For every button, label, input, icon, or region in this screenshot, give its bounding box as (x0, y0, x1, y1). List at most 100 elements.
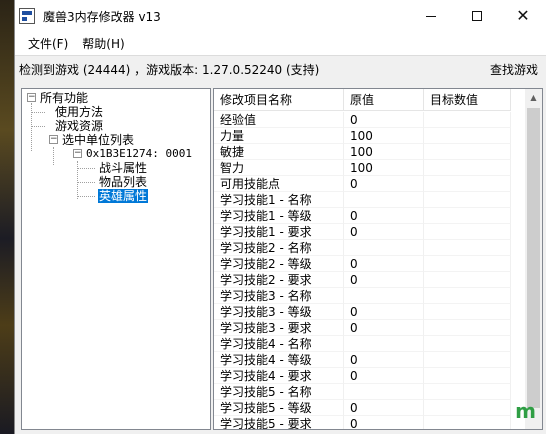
cell-target[interactable] (424, 256, 511, 272)
cell-name: 学习技能1 - 要求 (214, 224, 344, 240)
scrollbar-thumb[interactable] (527, 108, 540, 408)
table-row[interactable]: 可用技能点 0 (214, 176, 511, 192)
tree-node-resources[interactable]: 游戏资源 (55, 119, 103, 133)
cell-original: 0 (344, 208, 424, 224)
cell-name: 经验值 (214, 112, 344, 128)
tree-node-combat[interactable]: 战斗属性 (99, 161, 147, 175)
cell-target[interactable] (424, 352, 511, 368)
cell-name: 学习技能2 - 等级 (214, 256, 344, 272)
cell-original: 0 (344, 224, 424, 240)
cell-original (344, 288, 424, 304)
tree-node-usage[interactable]: 使用方法 (55, 105, 103, 119)
table-row[interactable]: 学习技能1 - 等级 0 (214, 208, 511, 224)
cell-target[interactable] (424, 160, 511, 176)
cell-original (344, 384, 424, 400)
collapse-toggle[interactable]: − (27, 93, 36, 102)
cell-target[interactable] (424, 144, 511, 160)
cell-target[interactable] (424, 336, 511, 352)
tree-connector (77, 168, 95, 169)
minimize-button[interactable] (408, 0, 454, 32)
tree-connector (31, 112, 45, 113)
cell-target[interactable] (424, 176, 511, 192)
cell-target[interactable] (424, 272, 511, 288)
table-row[interactable]: 学习技能1 - 要求 0 (214, 224, 511, 240)
table-row[interactable]: 学习技能4 - 要求 0 (214, 368, 511, 384)
column-header-target[interactable]: 目标数值 (424, 89, 511, 111)
cell-name: 学习技能5 - 名称 (214, 384, 344, 400)
maximize-button[interactable] (454, 0, 500, 32)
cell-target[interactable] (424, 304, 511, 320)
cell-target[interactable] (424, 320, 511, 336)
function-tree[interactable]: − 所有功能 使用方法 游戏资源 − 选中单位列表 − 0x1B3E1274: … (21, 88, 211, 430)
collapse-toggle[interactable]: − (49, 135, 58, 144)
maximize-icon (472, 11, 482, 21)
cell-name: 力量 (214, 128, 344, 144)
cell-target[interactable] (424, 224, 511, 240)
table-row[interactable]: 学习技能5 - 等级 0 (214, 400, 511, 416)
vertical-scrollbar[interactable]: ▲ (525, 89, 542, 429)
cell-original: 0 (344, 352, 424, 368)
tree-node-selected-units[interactable]: 选中单位列表 (62, 133, 134, 147)
table-row[interactable]: 学习技能2 - 名称 (214, 240, 511, 256)
cell-target[interactable] (424, 400, 511, 416)
table-row[interactable]: 学习技能4 - 等级 0 (214, 352, 511, 368)
cell-original: 100 (344, 144, 424, 160)
tree-connector (53, 147, 54, 165)
column-header-name[interactable]: 修改项目名称 (214, 89, 344, 111)
cell-name: 可用技能点 (214, 176, 344, 192)
table-row[interactable]: 学习技能5 - 名称 (214, 384, 511, 400)
close-button[interactable]: ✕ (500, 0, 546, 32)
cell-target[interactable] (424, 368, 511, 384)
cell-target[interactable] (424, 416, 511, 429)
table-row[interactable]: 学习技能5 - 要求 0 (214, 416, 511, 429)
cell-original (344, 192, 424, 208)
table-row[interactable]: 学习技能3 - 要求 0 (214, 320, 511, 336)
table-row[interactable]: 学习技能3 - 等级 0 (214, 304, 511, 320)
table-row[interactable]: 学习技能1 - 名称 (214, 192, 511, 208)
table-row[interactable]: 学习技能2 - 等级 0 (214, 256, 511, 272)
table-row[interactable]: 学习技能4 - 名称 (214, 336, 511, 352)
app-window: 魔兽3内存修改器 v13 ✕ 文件(F) 帮助(H) 检测到游戏 (24444)… (14, 0, 546, 434)
cell-original: 0 (344, 400, 424, 416)
table-row[interactable]: 力量 100 (214, 128, 511, 144)
grid-body: 经验值 0 力量 100 敏捷 100 智力 100 可用技能点 0 学习技能1 - 名称… (214, 112, 511, 429)
window-title: 魔兽3内存修改器 v13 (43, 9, 161, 24)
tree-node-root[interactable]: 所有功能 (40, 91, 88, 105)
cell-target[interactable] (424, 208, 511, 224)
tree-node-hero[interactable]: 英雄属性 (98, 189, 149, 203)
cell-target[interactable] (424, 384, 511, 400)
table-row[interactable]: 经验值 0 (214, 112, 511, 128)
cell-name: 学习技能4 - 要求 (214, 368, 344, 384)
tree-node-unit[interactable]: 0x1B3E1274: 0001 (86, 147, 192, 161)
cell-name: 智力 (214, 160, 344, 176)
status-bar: 检测到游戏 (24444) ，游戏版本: 1.27.0.52240 (支持) 查… (15, 56, 546, 82)
menu-file[interactable]: 文件(F) (21, 35, 75, 52)
find-game-button[interactable]: 查找游戏 (490, 61, 538, 78)
tree-node-items[interactable]: 物品列表 (99, 175, 147, 189)
cell-target[interactable] (424, 192, 511, 208)
table-row[interactable]: 智力 100 (214, 160, 511, 176)
cell-target[interactable] (424, 288, 511, 304)
cell-name: 学习技能3 - 等级 (214, 304, 344, 320)
cell-name: 敏捷 (214, 144, 344, 160)
tree-connector (31, 126, 45, 127)
scroll-up-arrow-icon[interactable]: ▲ (525, 89, 542, 106)
table-row[interactable]: 敏捷 100 (214, 144, 511, 160)
cell-name: 学习技能3 - 名称 (214, 288, 344, 304)
cell-original: 0 (344, 176, 424, 192)
attribute-grid[interactable]: 修改项目名称 原值 目标数值 经验值 0 力量 100 敏捷 100 智力 100 可用… (213, 88, 543, 430)
table-row[interactable]: 学习技能3 - 名称 (214, 288, 511, 304)
watermark-logo: m (515, 399, 536, 423)
cell-target[interactable] (424, 128, 511, 144)
collapse-toggle[interactable]: − (73, 149, 82, 158)
cell-original: 0 (344, 272, 424, 288)
cell-original: 100 (344, 128, 424, 144)
cell-target[interactable] (424, 240, 511, 256)
cell-original: 0 (344, 368, 424, 384)
table-row[interactable]: 学习技能2 - 要求 0 (214, 272, 511, 288)
cell-name: 学习技能2 - 名称 (214, 240, 344, 256)
cell-target[interactable] (424, 112, 511, 128)
column-header-original[interactable]: 原值 (344, 89, 424, 111)
menu-help[interactable]: 帮助(H) (75, 35, 131, 52)
cell-name: 学习技能4 - 名称 (214, 336, 344, 352)
